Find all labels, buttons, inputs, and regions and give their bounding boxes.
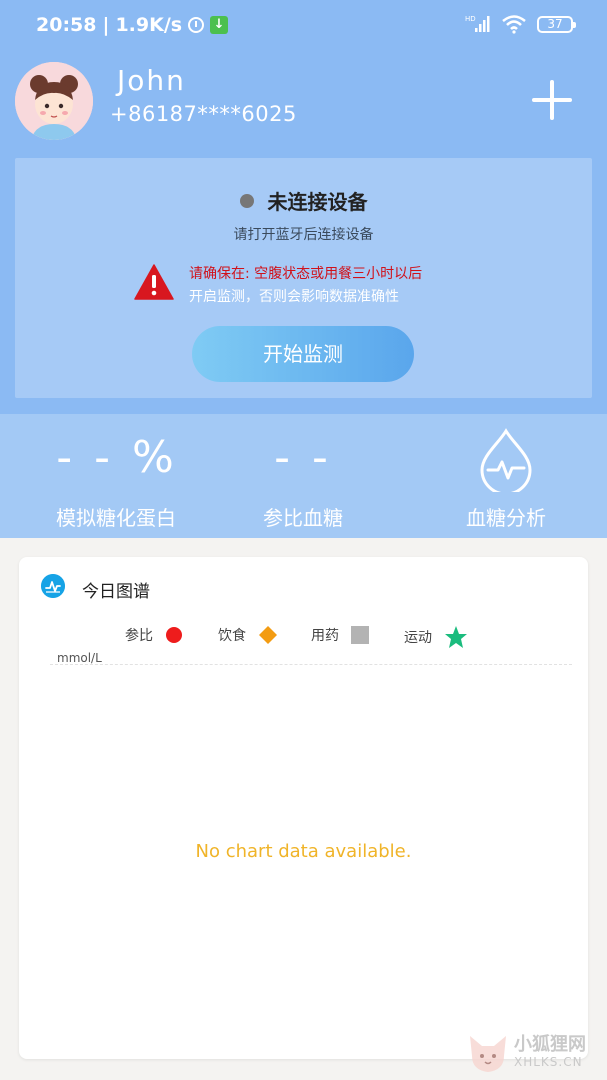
warning-text-line1: 请确保在: 空腹状态或用餐三小时以后 bbox=[189, 266, 423, 282]
signal-icon: HD bbox=[465, 15, 490, 32]
watermark-text: 小狐狸网 XHLKS.CN bbox=[514, 1034, 586, 1070]
chart-gridline bbox=[50, 664, 572, 665]
glucose-analysis-label[interactable]: 血糖分析 bbox=[406, 502, 606, 531]
green-star-icon bbox=[445, 626, 467, 648]
connection-status-text: 未连接设备 bbox=[267, 190, 368, 214]
red-circle-icon bbox=[166, 627, 182, 643]
chart-pulse-icon bbox=[41, 574, 65, 598]
watermark-line1: 小狐狸网 bbox=[514, 1034, 586, 1055]
watermark: 小狐狸网 XHLKS.CN bbox=[466, 1030, 586, 1074]
avatar[interactable] bbox=[15, 62, 93, 140]
legend-meal: 饮食 bbox=[218, 625, 278, 645]
battery-indicator: 37 bbox=[537, 15, 576, 33]
hba1c-label[interactable]: 模拟糖化蛋白 bbox=[16, 502, 216, 531]
wifi-icon bbox=[502, 15, 526, 34]
watermark-line2: XHLKS.CN bbox=[514, 1055, 583, 1069]
start-monitoring-button[interactable]: 开始监测 bbox=[192, 326, 414, 382]
reference-glucose-value: - - bbox=[274, 432, 332, 483]
user-phone: +86187****6025 bbox=[110, 102, 297, 126]
orange-diamond-icon bbox=[259, 626, 277, 644]
status-bar: 20:58 | 1.9K/s ↓ HD 37 bbox=[0, 0, 607, 52]
network-speed: 1.9K/s bbox=[115, 14, 183, 36]
download-icon: ↓ bbox=[210, 16, 229, 34]
status-time: 20:58 bbox=[36, 14, 97, 36]
empty-chart-message: No chart data available. bbox=[195, 841, 412, 862]
legend-medication: 用药 bbox=[311, 625, 369, 645]
blood-drop-pulse-icon[interactable] bbox=[478, 428, 534, 492]
status-separator: | bbox=[102, 14, 110, 36]
legend-exercise-label: 运动 bbox=[404, 630, 432, 646]
chart-title: 今日图谱 bbox=[82, 582, 150, 602]
connection-status-dot bbox=[239, 193, 254, 208]
daily-chart-card bbox=[19, 557, 588, 1059]
reference-glucose-label[interactable]: 参比血糖 bbox=[203, 502, 403, 531]
connection-status-row: 未连接设备 bbox=[0, 186, 607, 215]
warning-icon bbox=[134, 264, 174, 300]
alarm-clock-icon bbox=[188, 17, 205, 33]
bluetooth-hint: 请打开蓝牙后连接设备 bbox=[233, 227, 374, 243]
legend-reference-label: 参比 bbox=[125, 628, 153, 644]
gray-square-icon bbox=[351, 626, 369, 644]
legend-medication-label: 用药 bbox=[311, 628, 339, 644]
add-device-button[interactable] bbox=[526, 74, 578, 126]
hba1c-value: - - % bbox=[56, 432, 178, 483]
fox-logo-icon bbox=[470, 1036, 506, 1072]
y-axis-unit: mmol/L bbox=[57, 651, 102, 665]
legend-reference: 参比 bbox=[125, 625, 183, 645]
avatar-illustration bbox=[15, 62, 93, 140]
user-name: John bbox=[117, 64, 186, 97]
legend-exercise: 运动 bbox=[404, 625, 468, 649]
status-bar-right: HD 37 bbox=[465, 14, 576, 34]
legend-meal-label: 饮食 bbox=[218, 628, 246, 644]
warning-text-line2: 开启监测，否则会影响数据准确性 bbox=[189, 289, 399, 305]
signal-label: HD bbox=[465, 15, 476, 23]
status-bar-left: 20:58 | 1.9K/s ↓ bbox=[36, 14, 229, 36]
